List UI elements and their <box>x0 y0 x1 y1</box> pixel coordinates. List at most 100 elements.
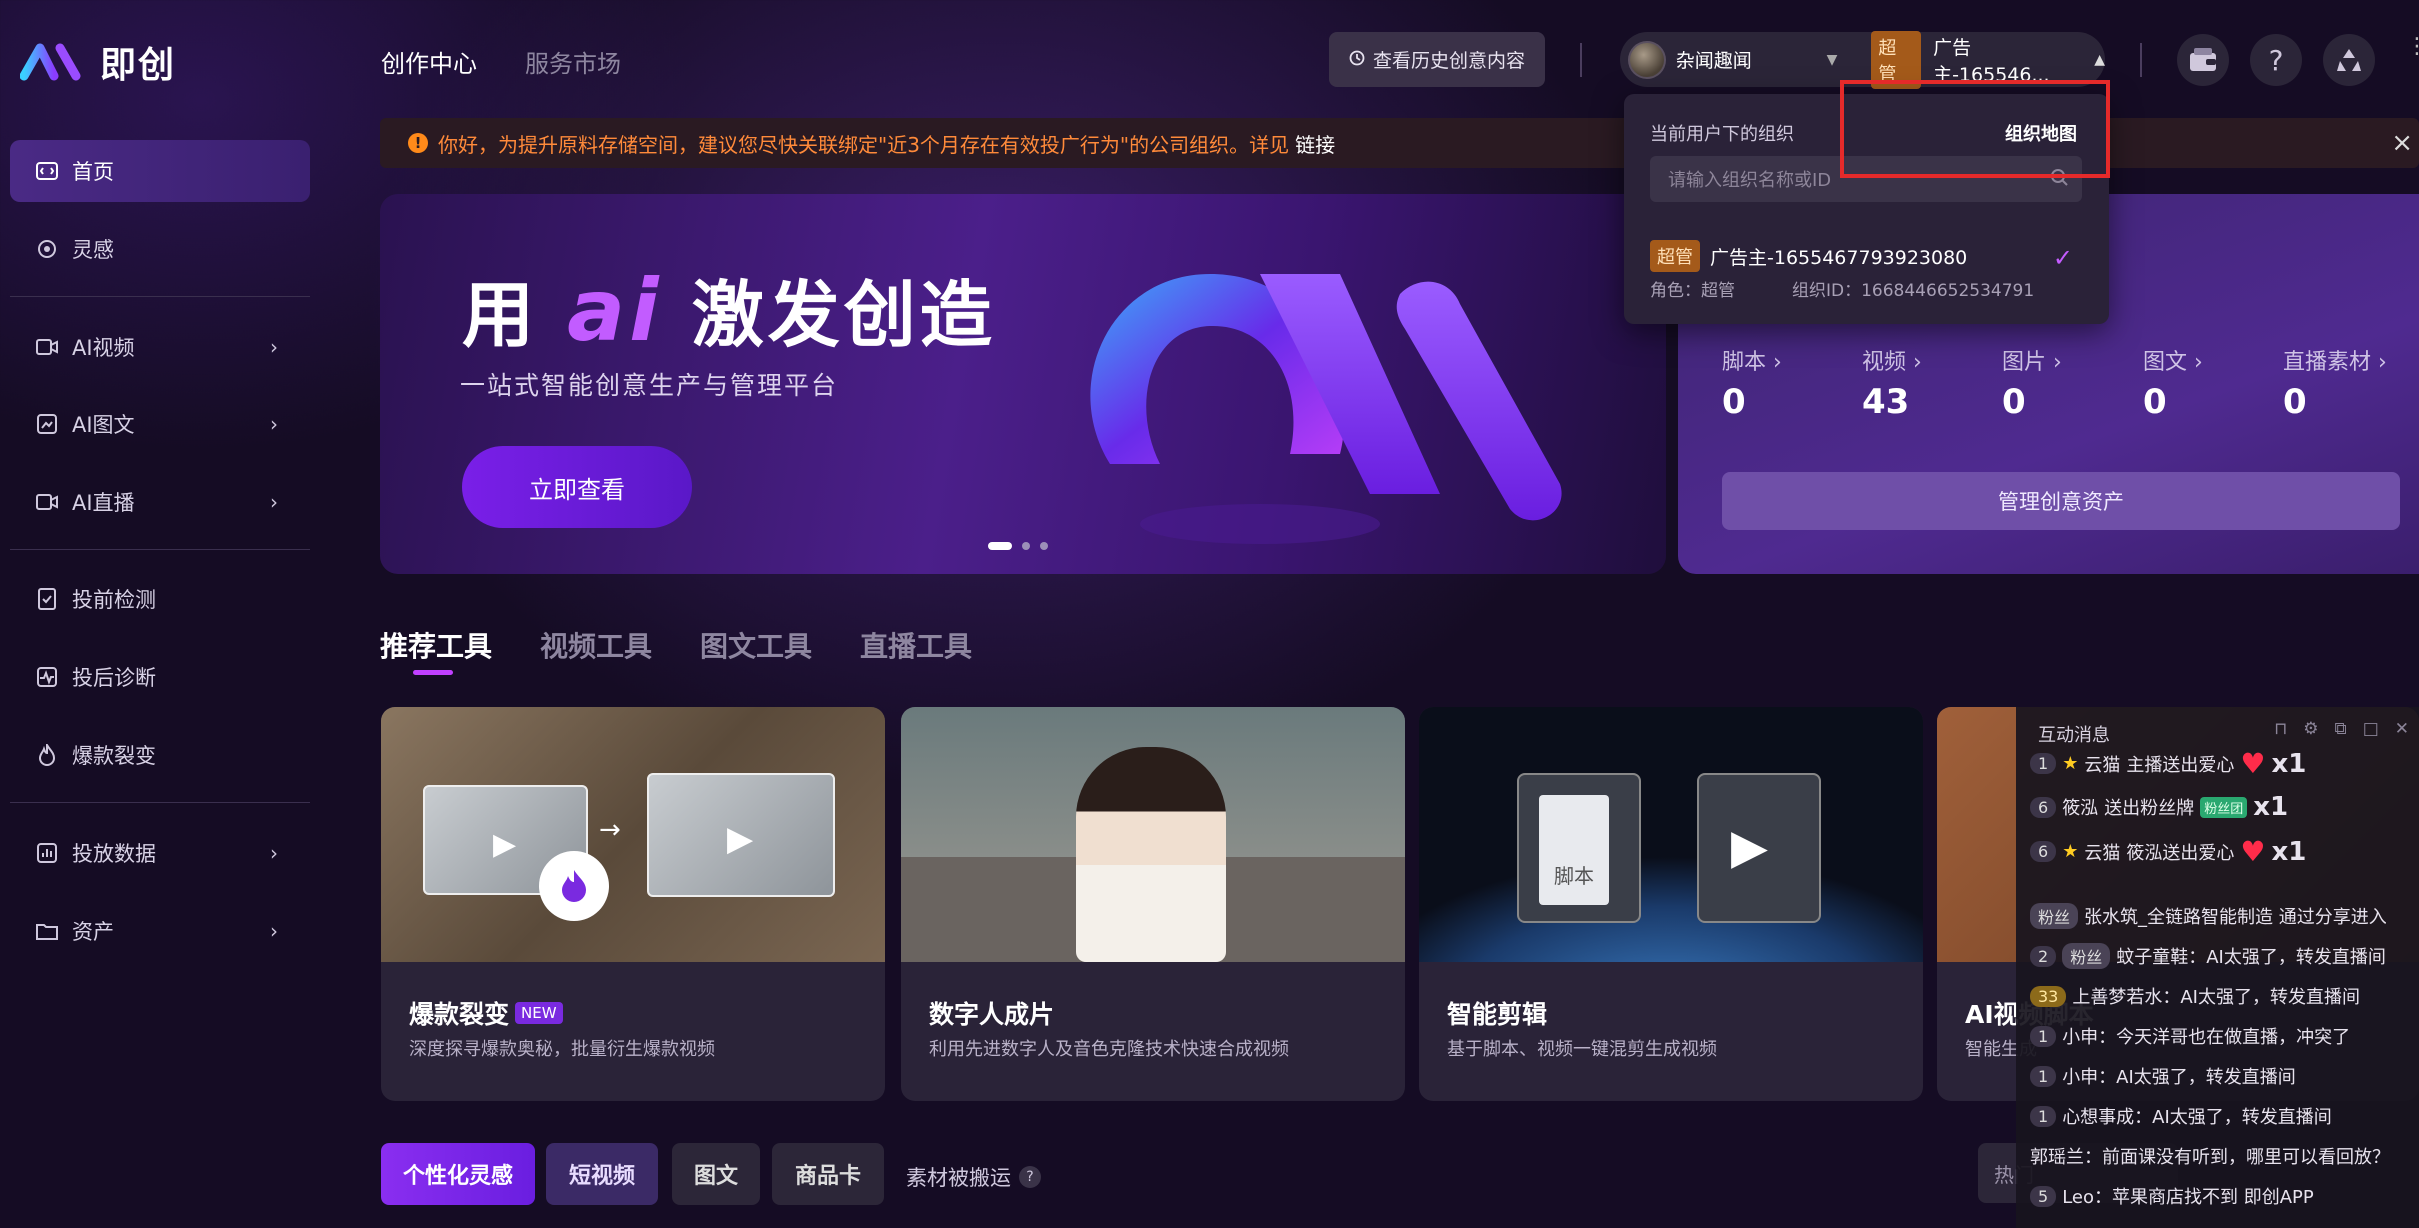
chevron-right-icon: › <box>270 490 278 514</box>
heart-icon: ♥ <box>2240 835 2266 868</box>
chevron-down-icon: ▼ <box>1826 51 1838 68</box>
help-icon[interactable]: ? <box>2250 34 2302 86</box>
active-tab-indicator <box>413 670 453 675</box>
sidebar-divider <box>10 296 310 297</box>
chat-message: 6 ★ 云猫 筱泓送出爱心 ♥ x1 <box>2030 835 2306 868</box>
sidebar-item-ai-live[interactable]: AI直播 › <box>10 471 310 533</box>
sidebar-divider <box>10 802 310 803</box>
recycle-icon[interactable] <box>2323 34 2375 86</box>
new-badge: NEW <box>515 1002 563 1024</box>
filter-short-video[interactable]: 短视频 <box>546 1143 658 1205</box>
chat-message: 2 粉丝 蚊子童鞋：AI太强了，转发直播间 <box>2030 943 2386 969</box>
sidebar-item-ai-image-text[interactable]: AI图文 › <box>10 393 310 455</box>
wallet-icon[interactable] <box>2177 34 2229 86</box>
header-divider <box>1580 43 1582 77</box>
chat-message: 6 筱泓 送出粉丝牌 粉丝团 x1 <box>2030 792 2288 822</box>
filter-personalized[interactable]: 个性化灵感 <box>381 1143 535 1205</box>
tab-recommended-tools[interactable]: 推荐工具 <box>380 625 492 665</box>
sidebar-item-label: AI直播 <box>72 491 135 515</box>
account-org-selector[interactable]: 杂闻趣闻 ▼ 超管 广告主-165546... ▲ <box>1620 30 2105 89</box>
history-button-label: 查看历史创意内容 <box>1372 50 1525 72</box>
notice-text: 你好，为提升原料存储空间，建议您尽快关联绑定"近3个月存在有效投广行为"的公司组… <box>438 132 1290 157</box>
carousel-dot[interactable] <box>1040 542 1048 550</box>
card-image: ▶ ▶ → <box>381 707 885 962</box>
org-role: 角色：超管 <box>1650 281 1735 301</box>
notice-link[interactable]: 链接 <box>1295 129 1335 158</box>
settings-icon[interactable]: ⚙ <box>2303 719 2318 739</box>
tool-card-viral-fission[interactable]: ▶ ▶ → 爆款裂变 NEW 深度探寻爆款奥秘，批量衍生爆款视频 <box>381 707 885 1101</box>
chat-message: 粉丝 张水筑_全链路智能制造 通过分享进入 <box>2030 903 2387 929</box>
sidebar-item-label: 灵感 <box>72 238 114 262</box>
sidebar-item-label: AI视频 <box>72 336 135 360</box>
material-moved-link[interactable]: 素材被搬运 ? <box>906 1162 1041 1192</box>
tab-image-text-tools[interactable]: 图文工具 <box>700 625 812 665</box>
brand-3d-logo-icon <box>1090 274 1562 544</box>
org-option-name: 广告主-1655467793923080 <box>1710 246 1968 269</box>
logo-icon <box>20 43 81 81</box>
sidebar-item-home[interactable]: 首页 <box>10 140 310 202</box>
history-icon <box>1349 49 1365 71</box>
more-icon[interactable]: ⋮ <box>2406 36 2419 58</box>
document-check-icon <box>36 588 58 610</box>
app-logo[interactable]: 即创 <box>20 36 176 88</box>
home-icon <box>36 160 58 182</box>
maximize-icon[interactable]: □ <box>2363 719 2379 739</box>
view-now-button[interactable]: 立即查看 <box>462 446 692 528</box>
lock-icon[interactable]: ⊓ <box>2274 719 2287 739</box>
notice-bar: ! 你好，为提升原料存储空间，建议您尽快关联绑定"近3个月存在有效投广行为"的公… <box>380 118 2419 168</box>
sidebar-item-label: 爆款裂变 <box>72 744 156 768</box>
org-name: 广告主-165546... <box>1933 36 2050 86</box>
card-image <box>901 707 1405 962</box>
script-doc: 脚本 <box>1517 773 1641 923</box>
org-option[interactable]: 超管 广告主-1655467793923080 <box>1650 240 1967 272</box>
sidebar-item-pre-check[interactable]: 投前检测 <box>10 568 310 630</box>
banner-subtitle: 一站式智能创意生产与管理平台 <box>460 371 839 400</box>
close-icon[interactable]: ✕ <box>2395 719 2409 739</box>
live-icon <box>36 491 58 513</box>
chevron-right-icon: › <box>270 841 278 865</box>
sidebar-item-inspiration[interactable]: 灵感 <box>10 218 310 280</box>
stat-script[interactable]: 脚本 › 0 <box>1722 344 1782 422</box>
chat-message: 33 上善梦若水：AI太强了，转发直播间 <box>2030 983 2360 1009</box>
play-icon: ▶ <box>1731 819 1768 875</box>
filter-product-card[interactable]: 商品卡 <box>772 1143 884 1205</box>
sidebar-item-delivery-data[interactable]: 投放数据 › <box>10 822 310 884</box>
popout-icon[interactable]: ⧉ <box>2335 719 2347 739</box>
chat-message: 1 小申：AI太强了，转发直播间 <box>2030 1063 2296 1089</box>
stat-video[interactable]: 视频 › 43 <box>1862 344 1922 422</box>
tool-card-digital-human[interactable]: 数字人成片 利用先进数字人及音色克隆技术快速合成视频 <box>901 707 1405 1101</box>
carousel-dots[interactable] <box>988 542 1048 550</box>
carousel-dot[interactable] <box>1022 542 1030 550</box>
tab-service-market[interactable]: 服务市场 <box>525 44 621 79</box>
sidebar-item-label: 投前检测 <box>72 588 156 612</box>
play-icon: ▶ <box>493 827 517 862</box>
data-icon <box>36 842 58 864</box>
folder-icon <box>36 920 58 942</box>
fan-badge-icon: 粉丝团 <box>2200 796 2248 818</box>
fire-icon <box>36 744 58 766</box>
star-icon: ★ <box>2062 753 2079 774</box>
hero-banner[interactable]: 用 ai 激发创造 一站式智能创意生产与管理平台 立即查看 <box>380 194 1666 574</box>
stat-live-material[interactable]: 直播素材 › 0 <box>2283 344 2387 422</box>
tab-creation-center[interactable]: 创作中心 <box>381 44 477 79</box>
history-creative-button[interactable]: 查看历史创意内容 <box>1329 32 1545 87</box>
chat-title: 互动消息 <box>2038 725 2110 746</box>
manage-assets-button[interactable]: 管理创意资产 <box>1722 472 2400 530</box>
chat-controls: ⊓ ⚙ ⧉ □ ✕ <box>2274 719 2409 739</box>
dropdown-title: 当前用户下的组织 <box>1650 124 1794 145</box>
stat-image[interactable]: 图片 › 0 <box>2002 344 2062 422</box>
carousel-dot[interactable] <box>988 542 1012 550</box>
sidebar-item-viral-fission[interactable]: 爆款裂变 <box>10 724 310 786</box>
account-name: 杂闻趣闻 <box>1675 50 1752 72</box>
tool-card-smart-edit[interactable]: 脚本 ▶ 智能剪辑 基于脚本、视频一键混剪生成视频 <box>1419 707 1923 1101</box>
stat-image-text[interactable]: 图文 › 0 <box>2143 344 2203 422</box>
close-icon[interactable]: × <box>2391 128 2413 158</box>
help-icon[interactable]: ? <box>1019 1166 1041 1188</box>
tab-live-tools[interactable]: 直播工具 <box>860 625 972 665</box>
sidebar-item-assets[interactable]: 资产 › <box>10 900 310 962</box>
filter-image-text[interactable]: 图文 <box>672 1143 760 1205</box>
sidebar-item-ai-video[interactable]: AI视频 › <box>10 316 310 378</box>
org-id: 组织ID：1668446652534791 <box>1792 281 2035 301</box>
tab-video-tools[interactable]: 视频工具 <box>540 625 652 665</box>
sidebar-item-post-diagnosis[interactable]: 投后诊断 <box>10 646 310 708</box>
